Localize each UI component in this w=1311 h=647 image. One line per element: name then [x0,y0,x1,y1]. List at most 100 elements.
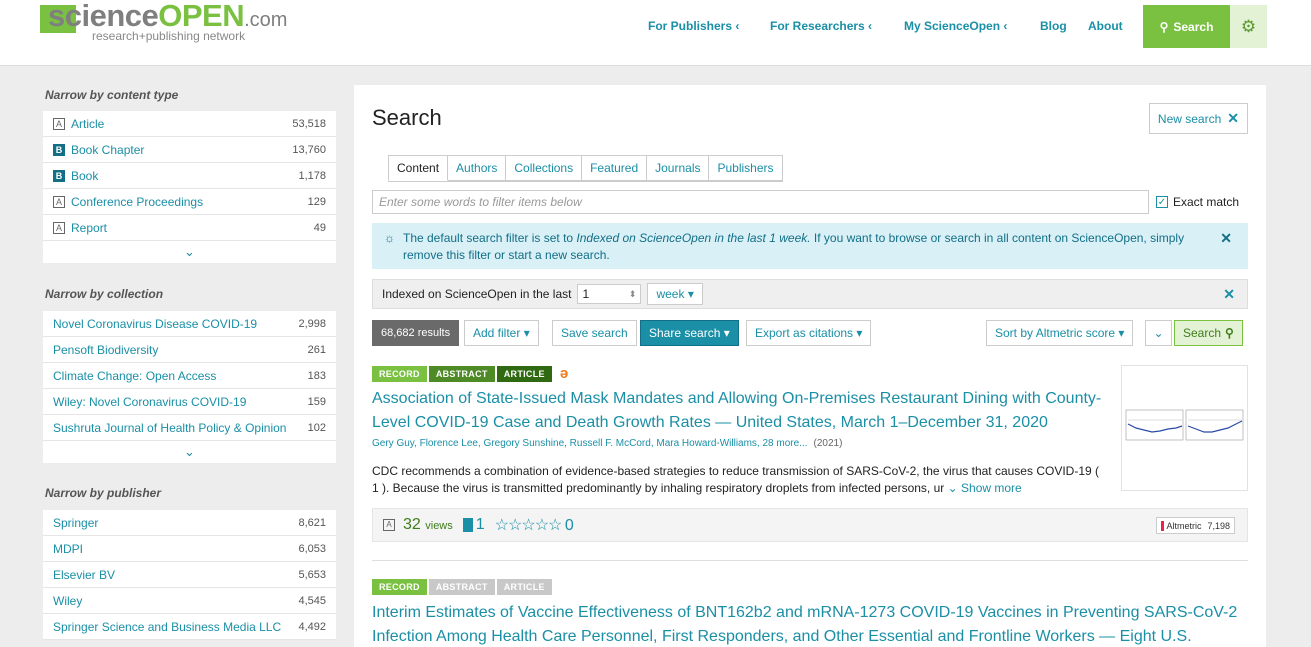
result-thumbnail[interactable] [1121,365,1248,491]
page-title: Search [372,105,442,130]
content-type-item-report[interactable]: A Report 49 [43,215,336,241]
result-stats: A 32 views 1 ☆☆☆☆☆ 0 Altmetric 7,198 [372,508,1248,542]
nav-about[interactable]: About [1088,19,1123,33]
content-type-item-book-chapter[interactable]: B Book Chapter 13,760 [43,137,336,163]
search-tabs: Content Authors Collections Featured Jou… [388,155,783,182]
nav-blog[interactable]: Blog [1040,19,1067,33]
rating-stars[interactable]: ☆☆☆☆☆ 0 [494,515,574,535]
filter-input[interactable]: Enter some words to filter items below [372,190,1149,214]
views-count: 32 views [403,516,453,534]
collection-count: 183 [307,369,326,382]
collection-item[interactable]: Novel Coronavirus Disease COVID-19 2,998 [43,311,336,337]
tab-authors[interactable]: Authors [448,155,507,181]
filter-number-input[interactable]: 1 ⬍ [577,284,642,304]
new-search-button[interactable]: New search ✕ [1148,103,1248,134]
chevron-down-icon[interactable]: ⌄ [43,441,336,463]
publisher-label: MDPI [53,541,83,556]
publisher-item[interactable]: MDPI 6,053 [43,536,336,562]
star-icon: ☆☆☆☆☆ [494,517,563,534]
content-type-label: Article [71,116,105,131]
content-type-count: 1,178 [298,169,326,182]
doc-icon: A [53,195,65,208]
export-citations-button[interactable]: Export as citations ▾ [746,320,872,346]
search-button-label: Search [1183,326,1222,340]
nav-my-scienceopen[interactable]: My ScienceOpen ‹ [904,19,1007,33]
content-type-item-conference-proceedings[interactable]: A Conference Proceedings 129 [43,189,336,215]
collection-item[interactable]: Climate Change: Open Access 183 [43,363,336,389]
search-icon: ⚲ [1159,19,1169,34]
close-icon[interactable]: ✕ [1223,286,1235,303]
publisher-label: Wiley [53,593,83,608]
book-icon: B [53,169,65,182]
tab-featured[interactable]: Featured [582,155,648,181]
content-type-label: Book Chapter [71,142,145,157]
publisher-item[interactable]: Wiley 4,545 [43,588,336,614]
add-filter-button[interactable]: Add filter ▾ [464,320,539,346]
publisher-count: 5,653 [298,568,326,581]
collection-label: Sushruta Journal of Health Policy & Opin… [53,420,287,435]
result-year: (2021) [813,438,843,449]
info-text-emphasis: Indexed on ScienceOpen in the last 1 wee… [576,231,811,245]
sort-select[interactable]: Sort by Altmetric score ▾ [986,320,1134,346]
publisher-item[interactable]: Elsevier BV 5,653 [43,562,336,588]
show-more-label: Show more [961,481,1022,495]
results-count: 68,682 results [372,320,460,346]
content-type-item-article[interactable]: A Article 53,518 [43,111,336,137]
save-search-button[interactable]: Save search [552,320,637,346]
doc-icon: A [53,221,65,234]
content-type-label: Conference Proceedings [71,194,204,209]
info-text-pre: The default search filter is set to [403,231,577,245]
result-title[interactable]: Interim Estimates of Vaccine Effectivene… [372,601,1252,647]
filter-unit-select[interactable]: week ▾ [647,283,703,305]
collection-label: Climate Change: Open Access [53,368,217,383]
altmetric-badge[interactable]: Altmetric 7,198 [1156,517,1235,534]
abstract-badge: ABSTRACT [428,579,495,595]
nav-for-researchers[interactable]: For Researchers ‹ [770,19,872,33]
tab-collections[interactable]: Collections [506,155,583,181]
collection-label: Wiley: Novel Coronavirus COVID-19 [53,394,247,409]
publisher-label: Elsevier BV [53,567,116,582]
close-icon[interactable]: ✕ [1220,230,1232,247]
collection-item[interactable]: Pensoft Biodiversity 261 [43,337,336,363]
publisher-heading: Narrow by publisher [45,486,162,500]
tab-publishers[interactable]: Publishers [709,155,783,181]
result-divider [372,560,1248,561]
new-search-label: New search [1157,111,1222,126]
nav-for-publishers[interactable]: For Publishers ‹ [648,19,739,33]
collection-count: 159 [307,395,326,408]
collection-item[interactable]: Sushruta Journal of Health Policy & Opin… [43,415,336,441]
result-badges: RECORD ABSTRACT ARTICLE ə [372,366,568,382]
filter-label: Indexed on ScienceOpen in the last [382,287,572,301]
top-bar: scienceOPEN.com research+publishing netw… [0,0,1311,66]
search-button[interactable]: Search ⚲ [1174,320,1243,346]
record-badge: RECORD [372,579,427,595]
publisher-label: Springer [53,515,99,530]
publisher-count: 6,053 [298,542,326,555]
authors-link[interactable]: Gery Guy, Florence Lee, Gregory Sunshine… [372,438,808,449]
result-badges: RECORD ABSTRACT ARTICLE [372,579,552,595]
results-toolbar: 68,682 results Add filter ▾ Save search … [372,320,1248,346]
checkbox-checked-icon: ✓ [1156,196,1168,208]
header-search-button[interactable]: ⚲ Search [1143,5,1230,48]
tab-content[interactable]: Content [388,155,449,181]
result-title[interactable]: Association of State-Issued Mask Mandate… [372,387,1112,435]
publisher-item[interactable]: Springer 8,621 [43,510,336,536]
bookmark-icon [462,518,473,532]
open-access-icon: ə [559,365,569,382]
content-type-count: 13,760 [292,143,326,156]
chevron-down-icon[interactable]: ⌄ [43,241,336,263]
content-type-item-book[interactable]: B Book 1,178 [43,163,336,189]
collection-item[interactable]: Wiley: Novel Coronavirus COVID-19 159 [43,389,336,415]
collection-count: 102 [307,421,326,434]
publisher-item[interactable]: Springer Science and Business Media LLC … [43,614,336,640]
content-type-label: Book [71,168,99,183]
tab-journals[interactable]: Journals [647,155,710,181]
gear-icon[interactable]: ⚙ [1230,5,1267,48]
chevron-down-icon[interactable]: ⌄ [1145,320,1172,346]
exact-match-checkbox[interactable]: ✓ Exact match [1156,195,1239,209]
saves-count[interactable]: 1 [462,516,485,534]
stepper-icon[interactable]: ⬍ [629,289,637,300]
share-search-button[interactable]: Share search ▾ [640,320,739,346]
info-text: The default search filter is set to Inde… [403,230,1203,264]
show-more-link[interactable]: ⌄ Show more [947,481,1022,495]
